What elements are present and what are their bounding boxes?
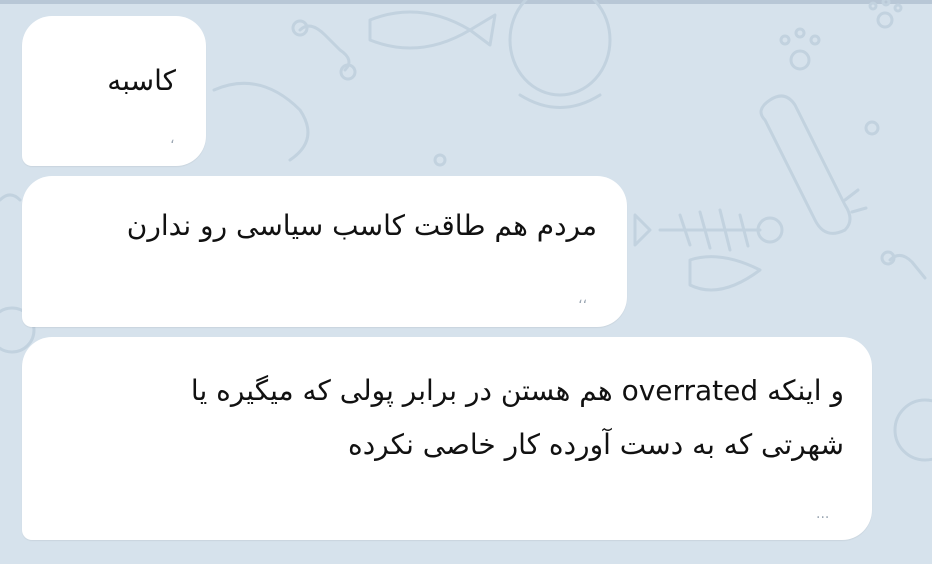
message-text: و اینکه overrated هم هستن در برابر پولی … <box>191 364 844 472</box>
ring-icon <box>893 398 932 462</box>
message-line: کاسبه <box>107 64 176 97</box>
bone-icon <box>880 250 927 280</box>
ring-icon <box>864 120 880 136</box>
latin-word: overrated <box>621 374 759 407</box>
message-segment: و اینکه <box>758 374 844 407</box>
paw-icon <box>779 27 821 71</box>
fish-bone-icon <box>633 208 784 252</box>
message-line: مردم هم طاقت کاسب سیاسی رو ندارن <box>126 209 597 242</box>
message-time: ، <box>170 131 175 147</box>
paw-icon <box>868 0 903 29</box>
message-bubble[interactable]: و اینکه overrated هم هستن در برابر پولی … <box>22 337 872 540</box>
message-text: کاسبه <box>107 58 176 104</box>
fish-icon <box>368 10 497 50</box>
ring-icon <box>212 81 310 162</box>
message-line: و اینکه overrated هم هستن در برابر پولی … <box>191 364 844 418</box>
scroll-icon <box>759 94 868 235</box>
bone-icon <box>291 19 357 81</box>
message-segment: هم هستن در برابر پولی که میگیره یا <box>190 374 622 407</box>
message-bubble[interactable]: کاسبه ، <box>22 16 206 166</box>
fish-icon <box>688 255 762 292</box>
fish-icon <box>0 193 22 202</box>
ring-icon <box>508 0 612 109</box>
message-text: مردم هم طاقت کاسب سیاسی رو ندارن <box>127 203 597 249</box>
message-time: ... <box>816 506 830 522</box>
message-time: ،، <box>578 291 588 307</box>
message-line: شهرتی که به دست آورده کار خاصی نکرده <box>348 428 844 461</box>
message-bubble[interactable]: مردم هم طاقت کاسب سیاسی رو ندارن ،، <box>22 176 627 327</box>
ring-icon <box>433 153 447 167</box>
